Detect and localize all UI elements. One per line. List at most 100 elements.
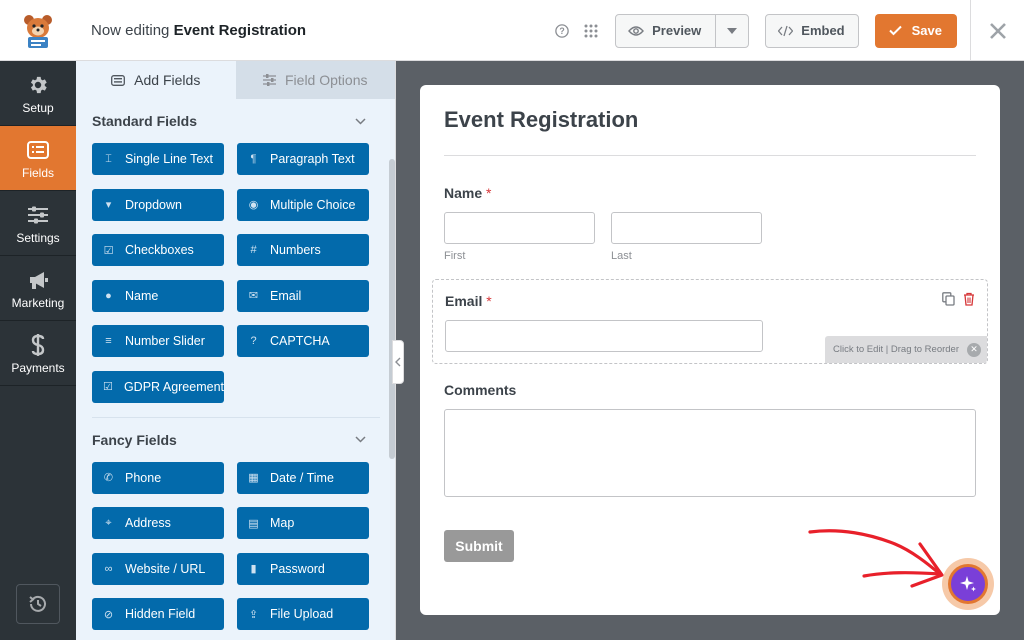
sidebar-item-marketing[interactable]: Marketing [0,256,76,321]
fields-scroll-area[interactable]: Standard Fields ⌶ Single Line Text ¶ Paragr… [76,99,396,640]
text-cursor-icon: ⌶ [105,152,112,165]
revisions-button[interactable] [16,584,60,624]
field-button-gdpr-agreement[interactable]: ☑ GDPR Agreement [92,370,224,403]
field-button-label: Map [270,516,295,530]
standard-fields-grid: ⌶ Single Line Text ¶ Paragraph Text ▾ Dropdow… [76,143,396,417]
list-icon [26,137,50,163]
comments-field-label[interactable]: Comments [444,382,516,398]
save-button[interactable]: Save [874,13,957,48]
sidebar-item-label: Settings [16,230,60,245]
chevron-down-icon [355,117,366,125]
field-button-file-upload[interactable]: ⇪ File Upload [237,598,369,630]
email-label-text: Email [445,293,483,309]
field-button-email[interactable]: ✉ Email [237,279,369,312]
field-button-number-slider[interactable]: ≡ Number Slider [92,325,224,357]
sidebar-item-label: Fields [21,165,54,180]
field-button-paragraph-text[interactable]: ¶ Paragraph Text [237,143,369,175]
field-button-single-line-text[interactable]: ⌶ Single Line Text [92,143,224,175]
preview-dropdown-toggle[interactable] [716,15,748,47]
field-button-address[interactable]: ⌖ Address [92,507,224,539]
field-button-label: Name [125,288,159,303]
field-button-date-time[interactable]: ▦ Date / Time [237,461,369,494]
radio-icon: ◉ [248,199,259,211]
close-icon [989,22,1006,39]
collapse-panel-toggle[interactable] [392,340,404,384]
gear-icon [27,72,49,98]
submit-button[interactable]: Submit [444,530,514,562]
field-button-name[interactable]: ● Name [92,279,224,312]
field-button-dropdown[interactable]: ▾ Dropdown [92,188,224,221]
tab-add-fields[interactable]: Add Fields [76,61,236,99]
code-icon [778,25,794,36]
comments-textarea[interactable] [444,409,976,497]
field-button-map[interactable]: ▤ Map [237,507,369,539]
field-button-label: Number Slider [125,334,205,348]
panel-tabs: Add Fields Field Options [76,61,395,99]
field-button-label: CAPTCHA [270,334,330,348]
close-builder-button[interactable] [970,0,1024,61]
eye-slash-icon: ⊘ [103,608,114,621]
sparkles-icon [960,576,976,592]
map-icon: ▤ [248,517,259,530]
tab-field-options[interactable]: Field Options [235,61,395,99]
embed-button[interactable]: Embed [765,13,859,48]
duplicate-icon[interactable] [942,292,955,306]
tab-label: Field Options [285,72,368,88]
check-icon [888,25,902,36]
email-input[interactable] [445,320,763,352]
field-button-label: Website / URL [125,561,206,576]
close-icon[interactable]: ✕ [967,342,981,357]
email-field-selected[interactable]: Email * Click to Edit | Drag to Reorder … [432,279,988,364]
hash-icon: # [250,244,257,256]
field-button-hidden-field[interactable]: ⊘ Hidden Field [92,598,224,630]
upload-icon: ⇪ [248,608,259,621]
field-button-phone[interactable]: ✆ Phone [92,461,224,494]
megaphone-icon [27,267,49,293]
trash-icon[interactable] [963,292,975,306]
panel-scrollbar[interactable] [389,159,395,459]
first-sublabel: First [444,250,466,262]
section-title: Standard Fields [92,113,198,129]
field-button-multiple-choice[interactable]: ◉ Multiple Choice [237,188,369,221]
sidebar-item-label: Payments [11,360,65,375]
last-name-input[interactable] [611,212,762,244]
editing-prefix: Now editing [91,21,170,39]
wpforms-logo[interactable] [0,0,76,61]
field-button-numbers[interactable]: # Numbers [237,234,369,266]
slider-icon: ≡ [105,335,112,347]
field-button-label: Hidden Field [125,607,196,621]
sidebar-item-fields[interactable]: Fields [0,126,76,191]
first-name-input[interactable] [444,212,595,244]
name-label-text: Name [444,185,483,201]
field-button-label: Address [125,516,171,530]
fancy-fields-header[interactable]: Fancy Fields [76,418,396,462]
section-title: Fancy Fields [92,431,177,448]
form-title: Event Registration [444,107,639,132]
field-button-captcha[interactable]: ? CAPTCHA [237,325,369,357]
chevron-down-icon [355,436,366,443]
eye-icon [628,25,645,36]
field-button-password[interactable]: ▮ Password [237,552,369,585]
tab-label: Add Fields [134,72,201,88]
ai-assistant-button[interactable] [942,558,994,610]
user-icon: ● [105,289,112,302]
dropdown-icon: ▾ [105,199,112,211]
field-button-label: Checkboxes [125,243,194,257]
sidebar-item-payments[interactable]: Payments [0,321,76,386]
checkbox-icon: ☑ [103,244,114,257]
grid-icon[interactable] [581,21,601,41]
sidebar-item-settings[interactable]: Settings [0,191,76,256]
sidebar-item-setup[interactable]: Setup [0,61,76,126]
preview-button-group: Preview [615,13,750,48]
calendar-icon: ▦ [248,472,259,484]
field-button-website-url[interactable]: ∞ Website / URL [92,552,224,585]
sliders-icon [263,74,276,86]
help-icon[interactable]: ? [552,21,572,41]
name-field-label[interactable]: Name * [444,185,491,201]
preview-button[interactable]: Preview [616,14,717,47]
field-button-checkboxes[interactable]: ☑ Checkboxes [92,234,224,266]
fancy-fields-grid: ✆ Phone ▦ Date / Time ⌖ Address ▤ Map ∞ Website /… [76,461,396,640]
standard-fields-header[interactable]: Standard Fields [76,99,396,143]
chevron-left-icon [395,357,401,367]
history-icon [29,595,46,612]
